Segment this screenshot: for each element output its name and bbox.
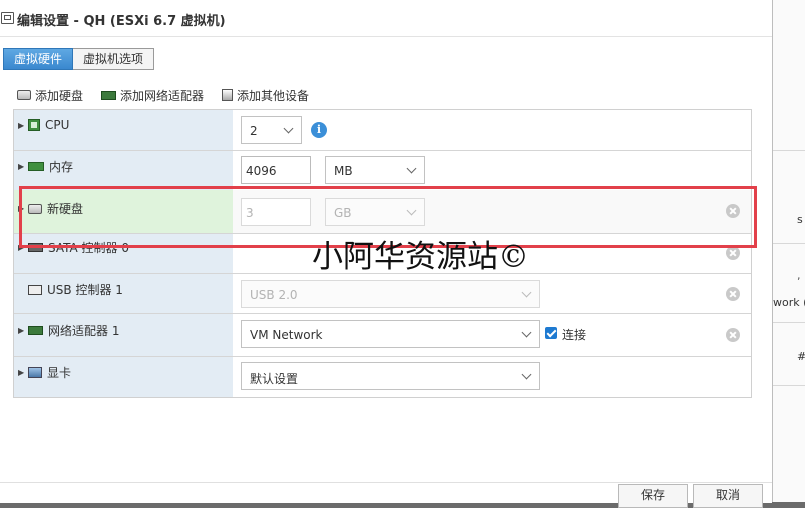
hardware-row-usb: USB 控制器 1 USB 2.0 (14, 273, 751, 314)
save-button[interactable]: 保存 (618, 484, 688, 508)
add-disk-button[interactable]: 添加硬盘 (17, 87, 83, 104)
usb-type-select[interactable]: USB 2.0 (241, 280, 540, 308)
memory-label[interactable]: ▶ 内存 (18, 158, 73, 175)
nic-label[interactable]: ▶ 网络适配器 1 (18, 322, 119, 339)
usb-icon (28, 284, 42, 295)
add-nic-button[interactable]: 添加网络适配器 (101, 87, 204, 104)
remove-device-icon[interactable] (726, 246, 740, 260)
edit-settings-dialog: 编辑设置 - QH (ESXi 6.7 虚拟机) 虚拟硬件 虚拟机选项 添加硬盘… (0, 0, 773, 508)
background-page: s , work ( # (772, 0, 805, 502)
cpu-label[interactable]: ▶ CPU (18, 118, 69, 132)
network-card-icon (28, 326, 43, 335)
remove-device-icon[interactable] (726, 287, 740, 301)
cpu-label-text: CPU (45, 118, 70, 132)
tab-vm-options[interactable]: 虚拟机选项 (73, 48, 155, 70)
add-other-device-button[interactable]: 添加其他设备 (222, 87, 309, 104)
chevron-down-icon (283, 123, 294, 134)
chevron-down-icon (521, 327, 532, 338)
dialog-title: 编辑设置 - QH (ESXi 6.7 虚拟机) (17, 14, 226, 29)
cpu-icon (28, 119, 40, 131)
usb-label-text: USB 控制器 1 (47, 283, 123, 297)
expand-caret-icon[interactable]: ▶ (18, 326, 28, 335)
hardware-toolbar: 添加硬盘 添加网络适配器 添加其他设备 (17, 86, 327, 104)
hardware-row-cpu: ▶ CPU 2 i (14, 110, 751, 151)
display-settings-value: 默认设置 (250, 372, 299, 386)
network-card-icon (101, 90, 117, 100)
connect-label: 连接 (562, 328, 587, 342)
hardware-row-display: ▶ 显卡 默认设置 (14, 356, 751, 396)
display-label-text: 显卡 (47, 366, 72, 380)
cpu-count-select[interactable]: 2 (241, 116, 302, 144)
memory-icon (28, 162, 44, 171)
usb-type-value: USB 2.0 (250, 288, 298, 302)
network-value: VM Network (250, 328, 323, 342)
tab-virtual-hardware[interactable]: 虚拟硬件 (3, 48, 74, 70)
cpu-count-value: 2 (250, 124, 258, 138)
chevron-down-icon (521, 369, 532, 380)
memory-unit-select[interactable]: MB (325, 156, 425, 184)
background-text: s (797, 213, 803, 226)
vm-icon (1, 12, 14, 24)
display-settings-select[interactable]: 默认设置 (241, 362, 540, 390)
expand-caret-icon[interactable]: ▶ (18, 368, 28, 377)
memory-size-input[interactable]: 4096 (241, 156, 311, 184)
cancel-button[interactable]: 取消 (693, 484, 763, 508)
hardware-row-memory: ▶ 内存 4096 MB (14, 150, 751, 191)
add-nic-label: 添加网络适配器 (120, 88, 205, 103)
memory-unit-value: MB (334, 164, 353, 178)
display-label[interactable]: ▶ 显卡 (18, 364, 71, 381)
info-icon[interactable]: i (311, 122, 327, 138)
chevron-down-icon (406, 163, 417, 174)
device-icon (222, 89, 234, 101)
hardware-row-network-adapter: ▶ 网络适配器 1 VM Network 连接 (14, 313, 751, 357)
add-other-label: 添加其他设备 (237, 88, 310, 103)
network-select[interactable]: VM Network (241, 320, 540, 348)
watermark-text: 小阿华资源站© (312, 239, 529, 275)
dialog-titlebar: 编辑设置 - QH (ESXi 6.7 虚拟机) (0, 0, 772, 37)
nic-label-text: 网络适配器 1 (48, 324, 120, 338)
add-disk-label: 添加硬盘 (35, 88, 84, 103)
expand-caret-icon[interactable]: ▶ (18, 121, 28, 130)
connect-checkbox[interactable] (545, 327, 557, 339)
expand-caret-icon[interactable]: ▶ (18, 162, 28, 171)
background-text: # (797, 350, 805, 363)
background-text: work ( (773, 296, 805, 309)
chevron-down-icon (521, 287, 532, 298)
remove-device-icon[interactable] (726, 328, 740, 342)
disk-icon (17, 90, 31, 100)
tab-bar: 虚拟硬件 虚拟机选项 (3, 48, 155, 70)
usb-label: USB 控制器 1 (18, 281, 123, 298)
memory-size-value: 4096 (246, 164, 277, 178)
memory-label-text: 内存 (49, 160, 74, 174)
background-text: , (797, 269, 801, 282)
monitor-icon (28, 367, 42, 378)
